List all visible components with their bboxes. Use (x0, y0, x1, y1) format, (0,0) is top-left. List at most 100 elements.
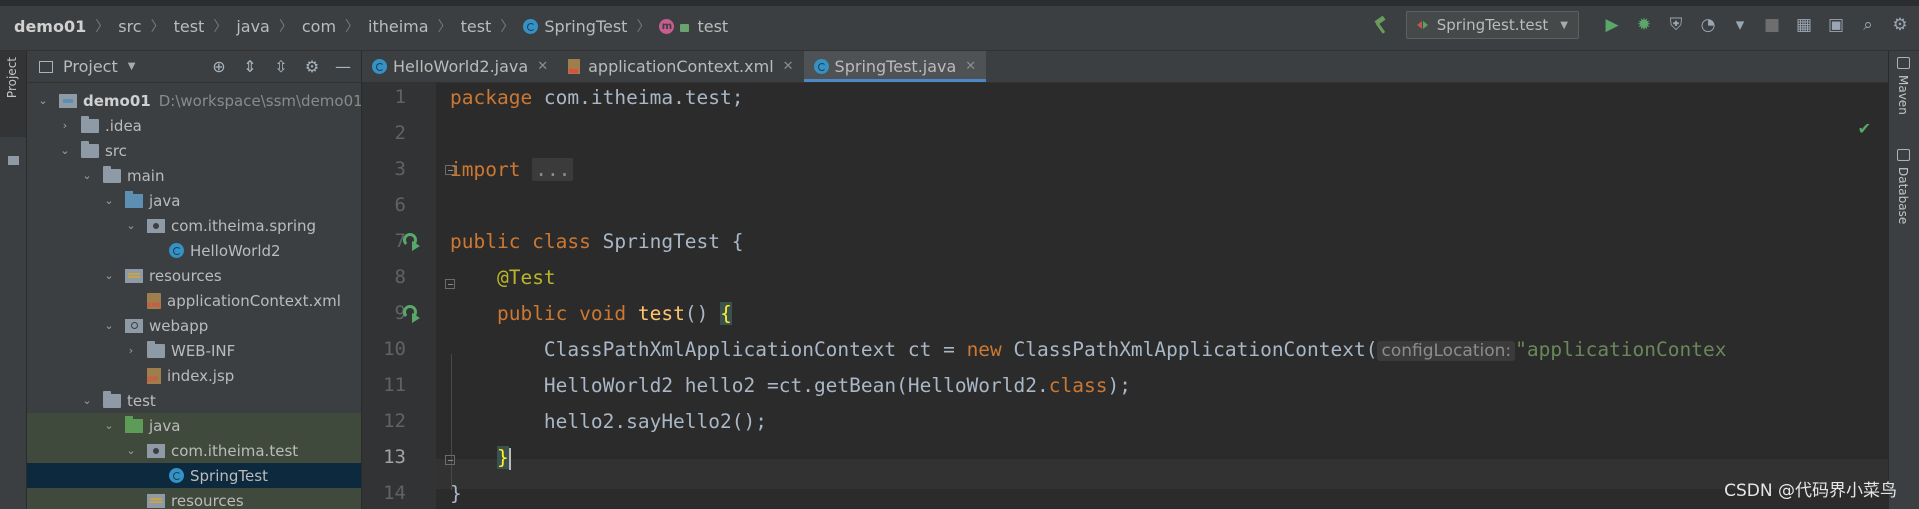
run-configuration-label: SpringTest.test (1436, 16, 1549, 34)
tree-item-test-resources[interactable]: resources (27, 488, 361, 509)
chevron-down-icon[interactable]: ▼ (128, 61, 136, 72)
tree-item-package-test[interactable]: ⌄ com.itheima.test (27, 438, 361, 463)
project-structure-icon[interactable]: ▦ (1791, 12, 1817, 38)
project-view-icon (39, 60, 53, 73)
maven-tool-tab[interactable]: Maven (1896, 75, 1910, 115)
chevron-down-icon[interactable]: ⌄ (103, 194, 115, 207)
chevron-right-icon: 〉 (636, 19, 651, 35)
search-icon[interactable]: ⌕ (1855, 12, 1881, 38)
tree-item-springtest[interactable]: SpringTest (27, 463, 361, 488)
minimize-icon[interactable]: — (333, 57, 353, 76)
tree-item-src[interactable]: ⌄ src (27, 138, 361, 163)
chevron-right-icon[interactable]: › (125, 344, 137, 357)
chevron-down-icon[interactable]: ⌄ (59, 144, 71, 157)
project-tool-tab-label: Project (5, 57, 19, 99)
run-icon[interactable]: ▶ (1599, 12, 1625, 38)
collapse-all-icon[interactable]: ⇳ (271, 57, 291, 76)
maven-icon (1897, 57, 1910, 69)
project-panel: Project ▼ ⊕ ⇕ ⇳ ⚙ — ⌄ demo01 D:\workspac… (27, 51, 361, 509)
module-folder-icon (59, 93, 77, 108)
code-line-8: @Test (450, 263, 556, 293)
coverage-shield-icon[interactable]: ⛨ (1663, 12, 1689, 38)
terminal-window-icon[interactable]: ▣ (1823, 12, 1849, 38)
tab-springtest[interactable]: SpringTest.java ✕ (803, 51, 987, 82)
breadcrumb-item-src[interactable]: src (118, 17, 141, 36)
tree-item-main-resources[interactable]: ⌄ resources (27, 263, 361, 288)
code-text: ClassPathXmlApplicationContext( (1001, 338, 1378, 361)
breadcrumb-item-method[interactable]: m test (659, 17, 728, 36)
string-literal: "applicationContex (1515, 338, 1727, 361)
chevron-down-icon[interactable]: ⌄ (37, 94, 49, 107)
code-text: ClassPathXmlApplicationContext ct = (543, 338, 967, 361)
tree-item-helloworld2[interactable]: HelloWorld2 (27, 238, 361, 263)
stop-icon[interactable]: ■ (1759, 12, 1785, 38)
tree-item-application-context[interactable]: applicationContext.xml (27, 288, 361, 313)
code-text: hello2.sayHello2(); (543, 410, 767, 433)
test-class-icon (169, 468, 184, 483)
tree-item-index-jsp[interactable]: index.jsp (27, 363, 361, 388)
project-tool-tab[interactable]: Project (0, 51, 26, 137)
chevron-down-icon[interactable]: ⌄ (125, 444, 137, 457)
run-configuration-dropdown[interactable]: SpringTest.test ▼ (1405, 11, 1579, 39)
close-icon[interactable]: ✕ (965, 59, 976, 74)
chevron-down-icon[interactable]: ⌄ (125, 219, 137, 232)
more-run-options-icon[interactable]: ▾ (1727, 12, 1753, 38)
settings-gear-icon[interactable]: ⚙ (1887, 12, 1913, 38)
chevron-down-icon[interactable]: ⌄ (103, 419, 115, 432)
project-view-title[interactable]: Project (63, 57, 118, 76)
breadcrumb: demo01 〉 src 〉 test 〉 java 〉 com 〉 ithei… (14, 14, 728, 38)
line-number: 14 (383, 482, 406, 504)
debug-bug-icon[interactable]: ✹ (1631, 12, 1657, 38)
parameter-hint: configLocation: (1377, 341, 1516, 361)
chevron-down-icon[interactable]: ⌄ (81, 169, 93, 182)
tab-helloworld2[interactable]: HelloWorld2.java ✕ (362, 51, 558, 82)
code-area[interactable]: package com.itheima.test; import ... pub… (450, 83, 1889, 509)
build-hammer-icon[interactable] (1372, 16, 1390, 34)
expand-all-icon[interactable]: ⇕ (240, 57, 260, 76)
breadcrumb-item-test-pkg[interactable]: test (461, 17, 492, 36)
close-icon[interactable]: ✕ (783, 59, 794, 74)
code-line-10: ClassPathXmlApplicationContext ct = new … (450, 335, 1726, 365)
tree-item-web-inf[interactable]: › WEB-INF (27, 338, 361, 363)
package-icon (147, 443, 165, 458)
tree-item-label: java (149, 191, 181, 210)
tab-application-context[interactable]: applicationContext.xml ✕ (558, 51, 803, 82)
run-test-method-icon[interactable] (403, 305, 421, 323)
folded-imports-placeholder[interactable]: ... (532, 158, 574, 181)
tree-item-main[interactable]: ⌄ main (27, 163, 361, 188)
breadcrumb-item-project[interactable]: demo01 (14, 17, 86, 36)
chevron-right-icon[interactable]: › (59, 119, 71, 132)
tree-item-main-java[interactable]: ⌄ java (27, 188, 361, 213)
breadcrumb-item-itheima[interactable]: itheima (368, 17, 429, 36)
breadcrumb-item-com[interactable]: com (302, 17, 336, 36)
tree-item-webapp[interactable]: ⌄ webapp (27, 313, 361, 338)
watermark: CSDN @代码界小菜鸟 (1724, 481, 1897, 501)
profile-icon[interactable]: ◔ (1695, 12, 1721, 38)
database-tool-tab[interactable]: Database (1896, 167, 1910, 224)
breadcrumb-item-test[interactable]: test (174, 17, 205, 36)
chevron-down-icon[interactable]: ⌄ (81, 394, 93, 407)
no-problems-check-icon[interactable]: ✔ (1858, 119, 1871, 138)
breadcrumb-item-java[interactable]: java (236, 17, 270, 36)
tree-item-label: java (149, 416, 181, 435)
close-icon[interactable]: ✕ (537, 59, 548, 74)
locate-file-icon[interactable]: ⊕ (209, 57, 229, 76)
chevron-down-icon[interactable]: ⌄ (103, 269, 115, 282)
tree-item-test[interactable]: ⌄ test (27, 388, 361, 413)
chevron-right-icon: 〉 (278, 19, 293, 35)
tree-item-label: .idea (105, 116, 142, 135)
code-line-1: package com.itheima.test; (450, 83, 744, 113)
tree-item-demo01[interactable]: ⌄ demo01 D:\workspace\ssm\demo01 (27, 88, 361, 113)
run-test-class-icon[interactable] (403, 233, 421, 251)
code-line-13: } (450, 443, 511, 473)
breadcrumb-item-class[interactable]: SpringTest (523, 17, 627, 36)
chevron-right-icon: 〉 (213, 19, 228, 35)
tree-item-idea[interactable]: › .idea (27, 113, 361, 138)
tree-item-package-spring[interactable]: ⌄ com.itheima.spring (27, 213, 361, 238)
web-folder-icon (125, 318, 143, 333)
chevron-down-icon[interactable]: ⌄ (103, 319, 115, 332)
settings-gear-icon[interactable]: ⚙ (302, 57, 322, 76)
code-text: () (684, 302, 721, 325)
xml-file-icon (568, 59, 581, 74)
tree-item-test-java[interactable]: ⌄ java (27, 413, 361, 438)
